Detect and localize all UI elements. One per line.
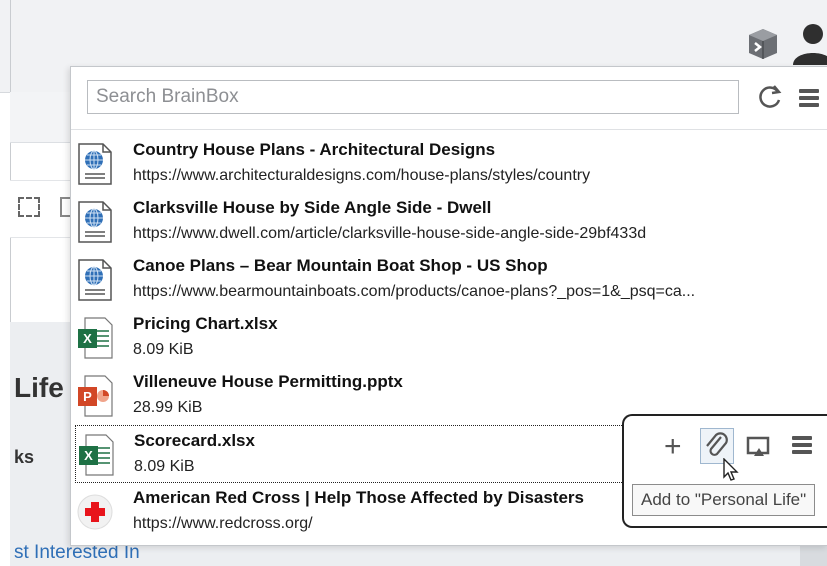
background-label: ks — [14, 447, 35, 467]
svg-text:X: X — [83, 331, 92, 346]
item-url: https://www.bearmountainboats.com/produc… — [133, 283, 696, 300]
item-size: 28.99 KiB — [133, 399, 203, 416]
background-heading: Life — [14, 372, 64, 403]
item-size: 8.09 KiB — [134, 458, 195, 475]
item-url: https://www.redcross.org/ — [133, 515, 313, 532]
excel-file-icon: X — [79, 434, 114, 476]
item-title: American Red Cross | Help Those Affected… — [133, 488, 584, 507]
selection-tool-icon[interactable] — [18, 197, 40, 217]
item-title: Canoe Plans – Bear Mountain Boat Shop - … — [133, 256, 548, 275]
item-title: Clarksville House by Side Angle Side - D… — [133, 198, 492, 217]
red-cross-icon — [77, 494, 113, 530]
search-input[interactable] — [87, 80, 739, 114]
item-title: Villeneuve House Permitting.pptx — [133, 372, 403, 391]
svg-text:P: P — [83, 389, 92, 404]
search-divider — [71, 129, 827, 130]
item-title: Scorecard.xlsx — [134, 431, 255, 450]
list-item[interactable]: Country House Plans - Architectural Desi… — [71, 135, 827, 193]
powerpoint-file-icon: P — [78, 375, 113, 417]
refresh-button[interactable] — [757, 84, 783, 114]
item-title: Pricing Chart.xlsx — [133, 314, 278, 333]
item-url: https://www.architecturaldesigns.com/hou… — [133, 167, 591, 184]
web-page-icon — [78, 259, 112, 301]
list-item[interactable]: X Pricing Chart.xlsx 8.09 KiB — [71, 309, 827, 367]
open-window-icon — [746, 436, 770, 456]
user-account-icon[interactable] — [791, 21, 827, 65]
svg-text:X: X — [84, 448, 93, 463]
brainbox-extension-icon[interactable] — [745, 25, 781, 61]
refresh-icon — [759, 85, 782, 108]
open-button[interactable] — [746, 434, 772, 456]
tooltip: Add to "Personal Life" — [632, 484, 816, 516]
list-item[interactable]: Clarksville House by Side Angle Side - D… — [71, 193, 827, 251]
web-page-icon — [78, 201, 112, 243]
crop-tool-icon[interactable] — [60, 197, 70, 217]
list-item-focused[interactable]: X Scorecard.xlsx 8.09 KiB — [75, 425, 628, 483]
item-menu-button[interactable] — [792, 436, 812, 454]
mouse-cursor-icon — [723, 458, 739, 481]
excel-file-icon: X — [78, 317, 113, 359]
item-url: https://www.dwell.com/article/clarksvill… — [133, 225, 647, 242]
add-button[interactable]: + — [664, 430, 682, 464]
web-page-icon — [78, 143, 112, 185]
list-item[interactable]: Canoe Plans – Bear Mountain Boat Shop - … — [71, 251, 827, 309]
item-title: Country House Plans - Architectural Desi… — [133, 140, 496, 159]
menu-button[interactable] — [799, 89, 819, 107]
item-action-toolbar: + Add to "Personal Life" — [622, 414, 827, 528]
extension-toolbar — [745, 18, 827, 68]
item-size: 8.09 KiB — [133, 341, 194, 358]
